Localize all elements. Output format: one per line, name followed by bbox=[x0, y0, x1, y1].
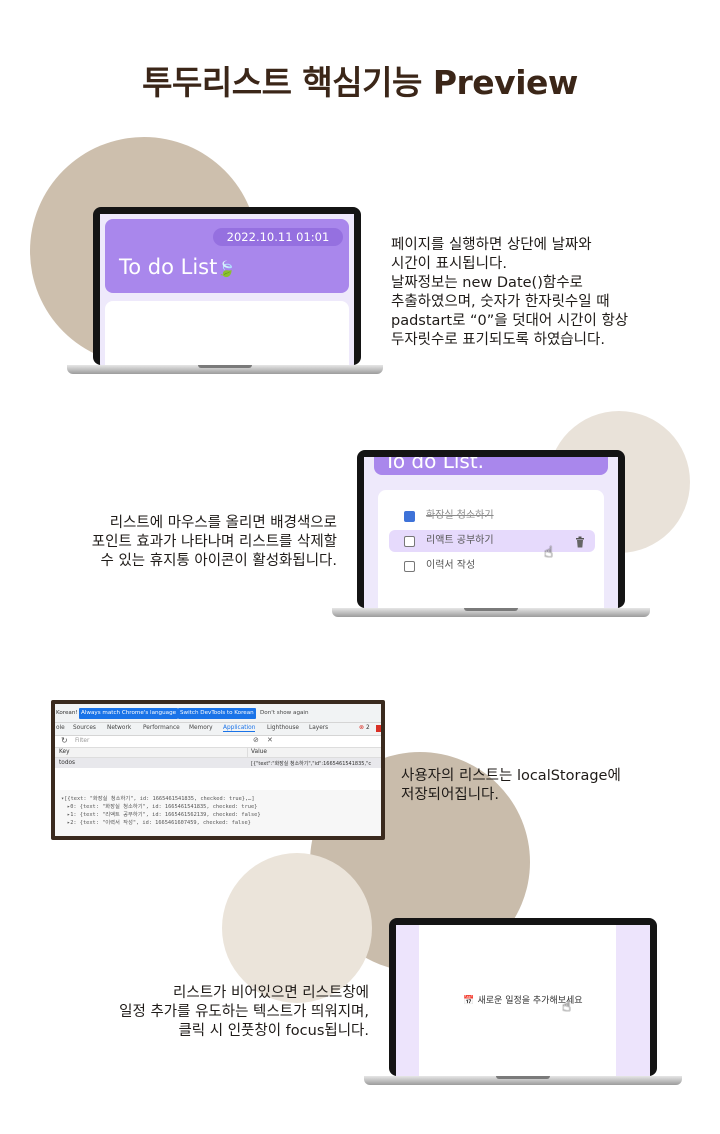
app-brand: To do List🍃 bbox=[119, 255, 236, 279]
feature-description-4: 리스트가 비어있으면 리스트창에 일정 추가를 유도하는 텍스트가 띄워지며, … bbox=[119, 985, 369, 1039]
clear-all-icon[interactable]: ⊘ bbox=[253, 736, 259, 744]
todo-text: 이력서 작성 bbox=[426, 560, 476, 571]
app-header: 2022.10.11 01:01 To do List🍃 bbox=[105, 219, 349, 293]
laptop-screen-4: 📅 새로운 일정을 추가해보세요 ☝ bbox=[389, 918, 657, 1076]
storage-row[interactable]: todos [{"text":"화장실 청소하기","id":166546154… bbox=[55, 758, 381, 768]
tab-sources[interactable]: Sources bbox=[73, 725, 96, 731]
todo-item[interactable]: 이력서 작성 bbox=[386, 555, 594, 577]
console-line: ▸2: {text: "이력서 작성", id: 1665461607459, … bbox=[67, 820, 251, 826]
dont-show-link[interactable]: Don't show again bbox=[260, 710, 309, 716]
brand-text: To do List bbox=[119, 255, 218, 279]
column-key: Key bbox=[59, 749, 70, 755]
page-title: 투두리스트 핵심기능 Preview bbox=[142, 63, 578, 102]
column-value: Value bbox=[251, 749, 267, 755]
tab-memory[interactable]: Memory bbox=[189, 725, 213, 731]
laptop-base-2 bbox=[332, 608, 650, 617]
devtools-infobar: Korean! Always match Chrome's language S… bbox=[55, 704, 381, 722]
tab-application[interactable]: Application bbox=[223, 725, 256, 732]
laptop-base-4 bbox=[364, 1076, 682, 1085]
todo-card bbox=[105, 301, 349, 365]
tab-network[interactable]: Network bbox=[107, 725, 131, 731]
date-badge: 2022.10.11 01:01 bbox=[213, 228, 343, 246]
app-header: To do List. bbox=[374, 457, 608, 475]
feature-description-2: 리스트에 마우스를 올리면 배경색으로 포인트 효과가 나타나며 리스트를 삭제… bbox=[91, 515, 337, 569]
feature-description-3: 사용자의 리스트는 localStorage에 저장되어집니다. bbox=[401, 768, 621, 803]
todo-text: 리액트 공부하기 bbox=[426, 535, 494, 546]
todo-checkbox[interactable] bbox=[404, 511, 415, 522]
todo-item[interactable]: 화장실 청소하기 bbox=[386, 505, 594, 527]
console-output: ▾[{text: "화장실 청소하기", id: 1665461541835, … bbox=[55, 790, 381, 836]
empty-list-prompt[interactable]: 📅 새로운 일정을 추가해보세요 bbox=[396, 993, 650, 1006]
devtools-tabs: ole Sources Network Performance Memory A… bbox=[55, 722, 381, 736]
infobar-text: Korean! bbox=[56, 710, 78, 716]
console-line: ▸1: {text: "리액트 공부하기", id: 1665461562139… bbox=[67, 812, 261, 818]
calendar-icon: 📅 bbox=[463, 996, 475, 1006]
feature-description-1: 페이지를 실행하면 상단에 날짜와 시간이 표시됩니다. 날짜정보는 new D… bbox=[391, 237, 629, 348]
match-language-button[interactable]: Always match Chrome's language bbox=[79, 708, 179, 719]
devtools-screenshot: Korean! Always match Chrome's language S… bbox=[51, 700, 385, 840]
refresh-icon[interactable]: ↻ bbox=[61, 736, 68, 745]
filter-bar: ↻ Filter ⊘ ✕ bbox=[55, 735, 381, 748]
tab-console[interactable]: ole bbox=[56, 725, 65, 731]
error-count: 2 bbox=[366, 725, 370, 731]
storage-table-header: Key Value bbox=[55, 748, 381, 758]
decor-circle-4 bbox=[222, 853, 372, 1003]
tab-performance[interactable]: Performance bbox=[143, 725, 180, 731]
hand-cursor-icon: ☝ bbox=[562, 997, 572, 1015]
header-text: To do List. bbox=[384, 457, 485, 473]
todo-item-hovered[interactable]: 리액트 공부하기 bbox=[389, 530, 595, 552]
delete-icon[interactable]: ✕ bbox=[267, 736, 273, 744]
console-line: ▸0: {text: "화장실 청소하기", id: 1665461541835… bbox=[67, 804, 258, 810]
switch-korean-button[interactable]: Switch DevTools to Korean bbox=[178, 708, 256, 719]
tab-lighthouse[interactable]: Lighthouse bbox=[267, 725, 299, 731]
devtools-panel: Korean! Always match Chrome's language S… bbox=[55, 704, 381, 836]
todo-checkbox[interactable] bbox=[404, 561, 415, 572]
row-key: todos bbox=[59, 760, 76, 766]
laptop-screen-2: To do List. 화장실 청소하기 리액트 공부하기 ☝ 이력서 작성 bbox=[357, 450, 625, 608]
filter-input[interactable]: Filter bbox=[75, 738, 89, 744]
laptop-base-1 bbox=[67, 365, 383, 374]
console-line: ▾[{text: "화장실 청소하기", id: 1665461541835, … bbox=[61, 796, 255, 802]
leaf-icon: 🍃 bbox=[217, 260, 237, 278]
error-icon: ⊗ bbox=[359, 724, 365, 731]
todo-checkbox[interactable] bbox=[404, 536, 415, 547]
laptop-screen-1: 2022.10.11 01:01 To do List🍃 bbox=[93, 207, 361, 365]
tab-layers[interactable]: Layers bbox=[309, 725, 328, 731]
error-badge-icon bbox=[376, 725, 381, 732]
todo-text: 화장실 청소하기 bbox=[426, 510, 494, 521]
row-value: [{"text":"화장실 청소하기","id":1665461541835,"… bbox=[251, 761, 372, 767]
trash-icon[interactable] bbox=[575, 535, 585, 557]
